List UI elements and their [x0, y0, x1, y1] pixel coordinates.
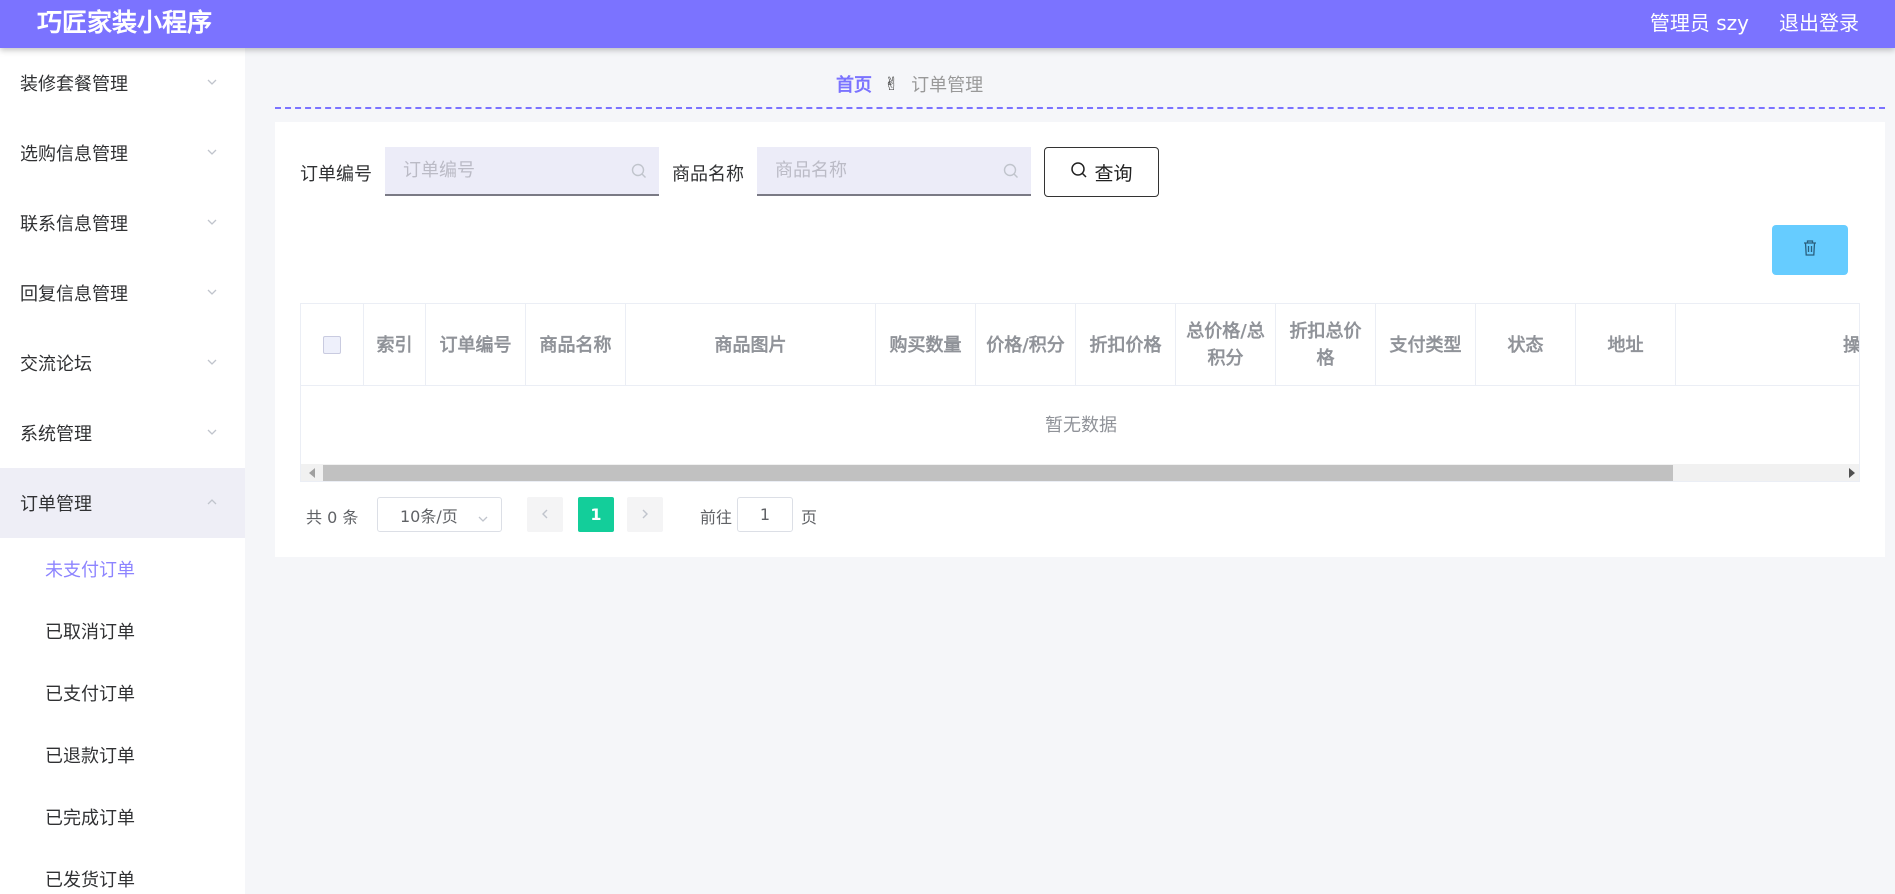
select-all-checkbox[interactable] [323, 336, 341, 354]
chevron-left-icon [539, 505, 551, 524]
query-button-label: 查询 [1094, 162, 1133, 185]
sidebar-subitem-label: 已完成订单 [45, 808, 135, 829]
search-icon [1003, 163, 1019, 183]
column-header[interactable]: 状态 [1476, 304, 1576, 386]
sidebar-item-label: 订单管理 [20, 494, 92, 515]
table-header: 索引 订单编号 商品名称 商品图片 购买数量 价格/积分 折扣价格 总价格/总积… [301, 304, 1859, 386]
breadcrumb: 首页 ✌ 订单管理 [836, 70, 983, 98]
column-header[interactable]: 价格/积分 [976, 304, 1076, 386]
horizontal-scrollbar[interactable] [301, 464, 1859, 481]
sidebar-item-purchase[interactable]: 选购信息管理 [0, 118, 245, 188]
chevron-down-icon [206, 356, 218, 368]
column-header[interactable]: 操 [1676, 304, 1859, 386]
sidebar-subitem-cancelled[interactable]: 已取消订单 [0, 600, 245, 662]
breadcrumb-home-link[interactable]: 首页 [836, 71, 872, 97]
product-name-label: 商品名称 [672, 164, 744, 185]
chevron-right-icon [639, 505, 651, 524]
column-header[interactable]: 购买数量 [876, 304, 976, 386]
sidebar-subitem-unpaid[interactable]: 未支付订单 [0, 538, 245, 600]
app-title: 巧匠家装小程序 [37, 8, 213, 37]
chevron-down-icon [206, 146, 218, 158]
sidebar-subitem-completed[interactable]: 已完成订单 [0, 786, 245, 848]
sidebar-item-label: 装修套餐管理 [20, 74, 128, 95]
prev-page-button[interactable] [527, 497, 563, 532]
sidebar-item-label: 回复信息管理 [20, 284, 128, 305]
chevron-down-icon [206, 426, 218, 438]
order-no-label: 订单编号 [300, 164, 372, 185]
order-no-input[interactable] [385, 160, 615, 181]
column-header[interactable]: 商品图片 [626, 304, 876, 386]
trash-icon [1802, 239, 1818, 261]
order-no-field [385, 147, 659, 196]
column-header[interactable]: 订单编号 [426, 304, 526, 386]
empty-state: 暂无数据 [1045, 415, 1117, 436]
query-button[interactable]: 查询 [1044, 147, 1159, 197]
sidebar-subitem-shipped[interactable]: 已发货订单 [0, 848, 245, 894]
select-all-cell [301, 304, 364, 386]
main-panel: 订单编号 商品名称 查询 索引 订单编号 商品名称 商品图片 购买数量 价格/积… [275, 122, 1885, 557]
top-bar: 巧匠家装小程序 管理员 szy 退出登录 [0, 0, 1895, 48]
sidebar-item-package[interactable]: 装修套餐管理 [0, 48, 245, 118]
sidebar-item-label: 选购信息管理 [20, 144, 128, 165]
chevron-down-icon [206, 216, 218, 228]
sidebar-item-forum[interactable]: 交流论坛 [0, 328, 245, 398]
column-header[interactable]: 总价格/总积分 [1176, 304, 1276, 386]
page-suffix-label: 页 [801, 508, 818, 527]
page-number-current[interactable]: 1 [578, 497, 614, 532]
pagination-total: 共 0 条 [306, 508, 359, 527]
chevron-down-icon [206, 286, 218, 298]
search-icon [631, 163, 647, 183]
sidebar-subitem-paid[interactable]: 已支付订单 [0, 662, 245, 724]
goto-page-input[interactable] [737, 497, 793, 532]
column-header[interactable]: 商品名称 [526, 304, 626, 386]
admin-user-label[interactable]: 管理员 szy [1650, 9, 1749, 37]
breadcrumb-current: 订单管理 [911, 75, 984, 96]
victory-hand-icon: ✌ [884, 73, 900, 95]
chevron-down-icon [206, 76, 218, 88]
orders-table: 索引 订单编号 商品名称 商品图片 购买数量 价格/积分 折扣价格 总价格/总积… [300, 303, 1860, 482]
page-size-value: 10条/页 [400, 506, 458, 526]
scroll-right-icon[interactable] [1849, 468, 1855, 478]
column-header[interactable]: 折扣价格 [1076, 304, 1176, 386]
pagination: 共 0 条 10条/页 1 前往 页 [275, 497, 1075, 533]
scrollbar-thumb[interactable] [323, 465, 1673, 481]
logout-button[interactable]: 退出登录 [1779, 9, 1859, 37]
delete-button[interactable] [1772, 225, 1848, 275]
column-header[interactable]: 折扣总价格 [1276, 304, 1376, 386]
sidebar-item-label: 系统管理 [20, 424, 92, 445]
sidebar: 装修套餐管理 选购信息管理 联系信息管理 回复信息管理 交流论坛 系统管理 订单… [0, 48, 245, 894]
sidebar-item-label: 交流论坛 [20, 354, 92, 375]
sidebar-subitem-label: 已退款订单 [45, 746, 135, 767]
page-size-select[interactable]: 10条/页 [377, 497, 502, 532]
column-header[interactable]: 索引 [364, 304, 426, 386]
sidebar-subitem-label: 未支付订单 [45, 560, 135, 581]
product-name-field [757, 147, 1031, 196]
column-header[interactable]: 支付类型 [1376, 304, 1476, 386]
sidebar-subitem-label: 已支付订单 [45, 684, 135, 705]
chevron-down-icon [477, 510, 489, 529]
next-page-button[interactable] [627, 497, 663, 532]
sidebar-item-orders[interactable]: 订单管理 [0, 468, 245, 538]
sidebar-item-label: 联系信息管理 [20, 214, 128, 235]
sidebar-item-contact[interactable]: 联系信息管理 [0, 188, 245, 258]
goto-label: 前往 [700, 508, 733, 527]
column-header[interactable]: 地址 [1576, 304, 1676, 386]
scroll-left-icon[interactable] [309, 468, 315, 478]
product-name-input[interactable] [757, 160, 987, 181]
sidebar-subitem-label: 已发货订单 [45, 870, 135, 891]
sidebar-subitem-label: 已取消订单 [45, 622, 135, 643]
breadcrumb-divider [275, 107, 1885, 109]
chevron-up-icon [206, 496, 218, 508]
sidebar-item-reply[interactable]: 回复信息管理 [0, 258, 245, 328]
user-area: 管理员 szy 退出登录 [1650, 9, 1859, 37]
search-icon [1070, 161, 1088, 184]
sidebar-item-system[interactable]: 系统管理 [0, 398, 245, 468]
sidebar-subitem-refunded[interactable]: 已退款订单 [0, 724, 245, 786]
